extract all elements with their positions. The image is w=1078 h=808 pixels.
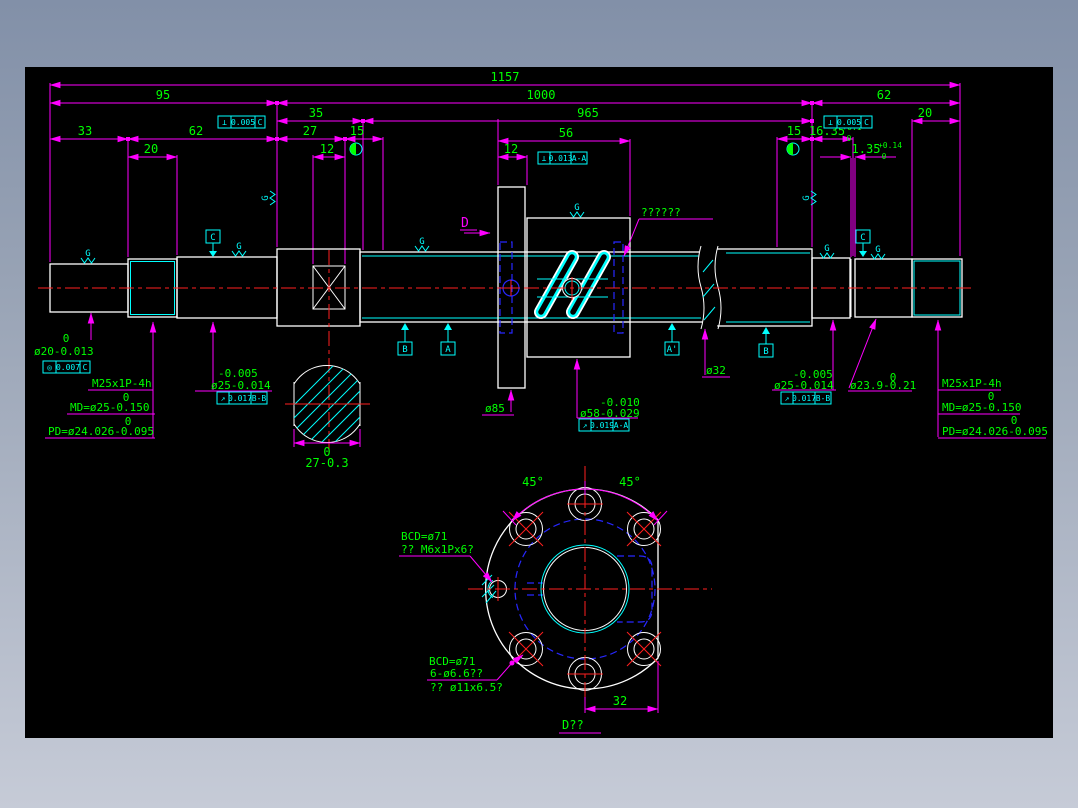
dim-12-left: 12 xyxy=(320,142,334,156)
svg-text:A-A: A-A xyxy=(572,154,587,163)
label-thread-right: M25x1P-4h xyxy=(942,377,1002,390)
dim-56: 56 xyxy=(559,126,573,140)
label-dia20-sup: 0 xyxy=(63,332,70,345)
dim-1-35-sub: 0 xyxy=(882,152,887,161)
cad-viewport: 1157 95 1000 62 35 965 20 33 62 27 15 15… xyxy=(0,0,1078,808)
svg-text:⊥: ⊥ xyxy=(222,118,227,127)
dim-62-right: 62 xyxy=(877,88,891,102)
label-dia85: ø85 xyxy=(485,402,505,415)
svg-text:C: C xyxy=(860,233,865,243)
label-thread-left: M25x1P-4h xyxy=(92,377,152,390)
label-md-left: MD=ø25-0.150 xyxy=(70,401,149,414)
dim-1-35-sup: +0.14 xyxy=(878,141,902,150)
dim-20-left: 20 xyxy=(144,142,158,156)
dim-62-left: 62 xyxy=(189,124,203,138)
svg-text:B: B xyxy=(402,345,407,355)
drawing-sheet xyxy=(25,67,1053,738)
svg-text:⊥: ⊥ xyxy=(828,118,833,127)
dim-35: 35 xyxy=(309,106,323,120)
dim-1-35: 1.35 xyxy=(852,142,881,156)
dim-33: 33 xyxy=(78,124,92,138)
fcf-perp-013-aa: ⊥ 0.013 A-A xyxy=(538,152,587,164)
dim-15-right: 15 xyxy=(787,124,801,138)
label-pd-left: PD=ø24.026-0.095 xyxy=(48,425,154,438)
svg-text:0.013: 0.013 xyxy=(548,154,572,163)
fcf-perp-005-c-left: ⊥ 0.005 C xyxy=(218,116,265,128)
label-bcd-bottom-3: ?? ø11x6.5? xyxy=(430,681,503,694)
label-dia32: ø32 xyxy=(706,364,726,377)
svg-text:↗: ↗ xyxy=(785,394,790,403)
svg-text:A: A xyxy=(445,345,451,355)
svg-text:C: C xyxy=(210,233,215,243)
dim-965: 965 xyxy=(577,106,599,120)
fcf-perp-005-c-right: ⊥ 0.005 C xyxy=(824,116,872,128)
label-pd-right: PD=ø24.026-0.095 xyxy=(942,425,1048,438)
dim-45-right: 45° xyxy=(619,475,641,489)
svg-text:◎: ◎ xyxy=(47,363,52,372)
svg-text:0.019: 0.019 xyxy=(590,421,614,430)
svg-text:0.017: 0.017 xyxy=(228,394,252,403)
svg-text:↗: ↗ xyxy=(583,421,588,430)
svg-text:0.017: 0.017 xyxy=(792,394,816,403)
label-dia20: ø20-0.013 xyxy=(34,345,94,358)
ballscrew-drawing: 1157 95 1000 62 35 965 20 33 62 27 15 15… xyxy=(0,0,1078,808)
label-md-right: MD=ø25-0.150 xyxy=(942,401,1021,414)
fcf-conc-007-c: ◎ 0.007 C xyxy=(43,361,90,373)
dim-15-left: 15 xyxy=(350,124,364,138)
dim-95: 95 xyxy=(156,88,170,102)
dim-1157: 1157 xyxy=(491,70,520,84)
svg-text:C: C xyxy=(864,118,869,127)
dim-27: 27 xyxy=(303,124,317,138)
dim-45-left: 45° xyxy=(522,475,544,489)
dim-12-center: 12 xyxy=(504,142,518,156)
label-bcd-top-1: BCD=ø71 xyxy=(401,530,447,543)
label-bcd-bottom-2: 6-ø6.6?? xyxy=(430,667,483,680)
svg-text:0.005: 0.005 xyxy=(231,118,255,127)
dim-27-flat: 27-0.3 xyxy=(305,456,348,470)
fcf-runout-019-aa: ↗ 0.019 A-A xyxy=(579,419,629,431)
label-bcd-top-2: ?? M6x1Px6? xyxy=(401,543,474,556)
dim-1000: 1000 xyxy=(527,88,556,102)
svg-text:A': A' xyxy=(667,345,678,355)
svg-text:0.005: 0.005 xyxy=(837,118,861,127)
svg-text:C: C xyxy=(83,363,88,372)
dim-32-flange: 32 xyxy=(613,694,627,708)
view-d-label: D xyxy=(461,216,469,231)
svg-text:⊥: ⊥ xyxy=(542,154,547,163)
fcf-runout-017-bb-right: ↗ 0.017 B-B xyxy=(781,392,831,404)
svg-text:0.007: 0.007 xyxy=(56,363,80,372)
section-title: D?? xyxy=(562,718,584,732)
svg-text:B-B: B-B xyxy=(816,394,831,403)
svg-text:A-A: A-A xyxy=(614,421,629,430)
svg-text:C: C xyxy=(258,118,263,127)
nut-note: ?????? xyxy=(641,206,681,219)
svg-text:B-B: B-B xyxy=(252,394,267,403)
svg-text:↗: ↗ xyxy=(221,394,226,403)
label-dia239: ø23.9-0.21 xyxy=(850,379,916,392)
svg-text:B: B xyxy=(763,347,768,357)
dim-20-right: 20 xyxy=(918,106,932,120)
label-dia25-left: ø25-0.014 xyxy=(211,379,271,392)
fcf-runout-017-bb-left: ↗ 0.017 B-B xyxy=(217,392,267,404)
